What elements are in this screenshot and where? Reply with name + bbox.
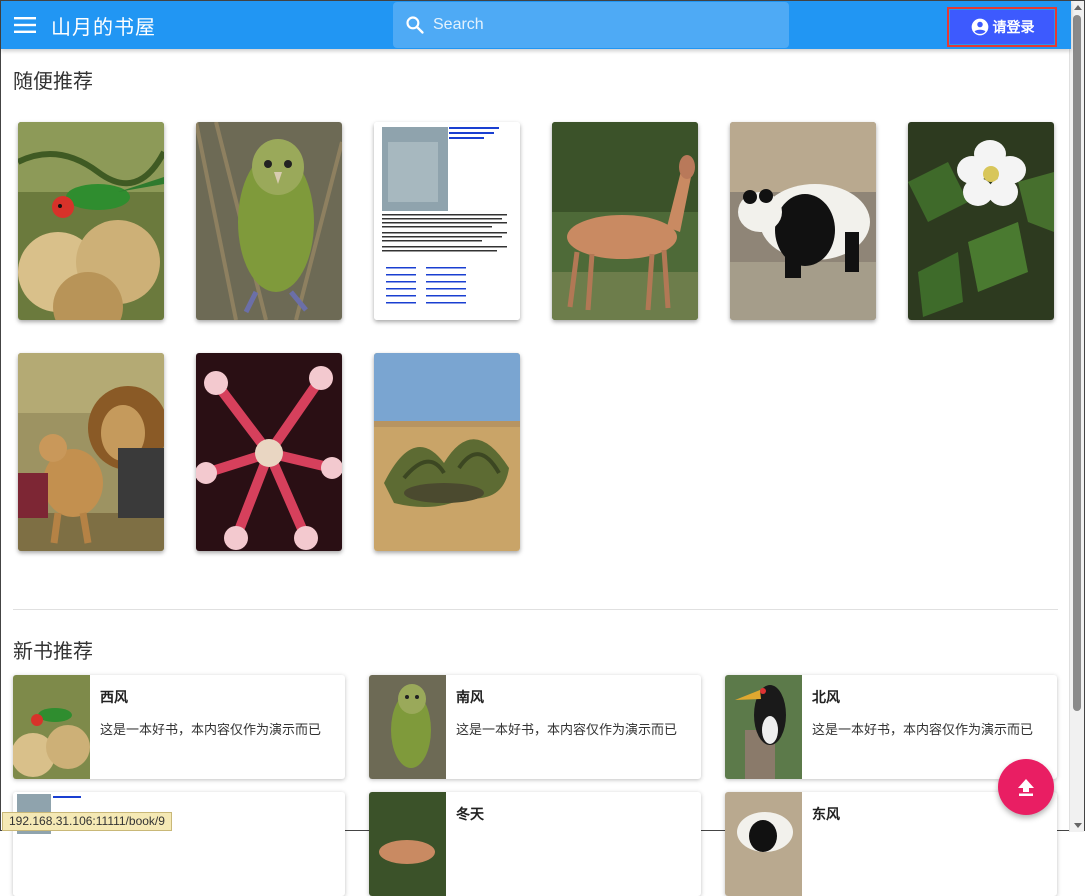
- flower-icon: [908, 122, 1054, 320]
- hornbill-bird-icon: [725, 675, 802, 779]
- link-status-bar: 192.168.31.106:11111/book/9: [2, 812, 172, 831]
- login-label: 请登录: [992, 20, 1035, 36]
- book-cover-6[interactable]: [908, 122, 1054, 320]
- document-page-icon: [13, 792, 90, 896]
- lion-icon: [18, 353, 164, 551]
- book-cover-9[interactable]: [374, 353, 520, 551]
- book-title: 东风: [812, 807, 840, 823]
- search-icon: [406, 16, 424, 34]
- bird-on-flowers-icon: [13, 675, 90, 779]
- app-bar: 山月的书屋 请登录: [1, 1, 1071, 49]
- desert-plant-icon: [374, 353, 520, 551]
- book-title: 南风: [456, 690, 484, 706]
- login-button-highlight[interactable]: 请登录: [947, 7, 1057, 47]
- document-page-icon: [374, 122, 520, 320]
- book-card-2[interactable]: 南风 这是一本好书，本内容仅作为演示而已: [369, 675, 701, 779]
- deer-icon: [552, 122, 698, 320]
- scroll-down-arrow-icon[interactable]: [1074, 823, 1082, 828]
- menu-icon[interactable]: [1, 1, 49, 49]
- back-to-top-button[interactable]: [998, 759, 1054, 815]
- book-description: 这是一本好书，本内容仅作为演示而已: [812, 723, 1034, 738]
- sundew-plant-icon: [196, 353, 342, 551]
- section-divider: [13, 609, 1058, 610]
- panda-icon: [725, 792, 802, 896]
- panda-icon: [730, 122, 876, 320]
- bird-on-flowers-icon: [18, 122, 164, 320]
- login-button[interactable]: 请登录: [950, 10, 1054, 44]
- scrollbar[interactable]: [1069, 1, 1084, 832]
- book-cover-2[interactable]: [196, 122, 342, 320]
- green-parrot-icon: [196, 122, 342, 320]
- book-title: 北风: [812, 690, 840, 706]
- book-card-1[interactable]: 西风 这是一本好书，本内容仅作为演示而已: [13, 675, 345, 779]
- search-input[interactable]: [431, 15, 751, 35]
- deer-icon: [369, 792, 446, 896]
- book-title: 冬天: [456, 807, 484, 823]
- arrow-upward-icon: [1018, 779, 1034, 796]
- book-card-4[interactable]: [13, 792, 345, 896]
- search-box[interactable]: [393, 2, 789, 48]
- scrollbar-thumb[interactable]: [1073, 15, 1081, 711]
- book-cover-3[interactable]: [374, 122, 520, 320]
- section-title-random: 随便推荐: [13, 69, 93, 93]
- book-cover-7[interactable]: [18, 353, 164, 551]
- book-title: 西风: [100, 690, 128, 706]
- book-description: 这是一本好书，本内容仅作为演示而已: [456, 723, 678, 738]
- account-circle-icon: [971, 18, 988, 36]
- app-title[interactable]: 山月的书屋: [51, 11, 156, 40]
- book-card-5[interactable]: 冬天: [369, 792, 701, 896]
- scroll-up-arrow-icon[interactable]: [1074, 5, 1082, 10]
- green-parrot-icon: [369, 675, 446, 779]
- book-cover-4[interactable]: [552, 122, 698, 320]
- book-cover-1[interactable]: [18, 122, 164, 320]
- book-cover-5[interactable]: [730, 122, 876, 320]
- book-card-3[interactable]: 北风 这是一本好书，本内容仅作为演示而已: [725, 675, 1057, 779]
- book-description: 这是一本好书，本内容仅作为演示而已: [100, 723, 322, 738]
- book-cover-8[interactable]: [196, 353, 342, 551]
- section-title-new: 新书推荐: [13, 639, 93, 663]
